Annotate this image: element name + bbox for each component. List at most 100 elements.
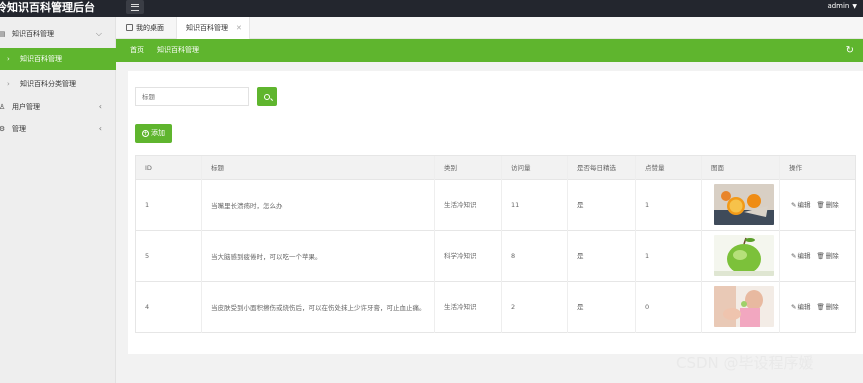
sidebar-item-label: 管理 bbox=[12, 125, 26, 133]
breadcrumb: 首页 知识百科管理 ↻ bbox=[116, 39, 863, 62]
cell-actions: ✎编辑 🗑删除 bbox=[780, 180, 855, 231]
delete-label: 删除 bbox=[825, 201, 839, 209]
column-header-actions: 操作 bbox=[789, 164, 802, 172]
gear-icon: ⚙ bbox=[0, 125, 6, 133]
chevron-right-icon: › bbox=[7, 55, 10, 63]
cell-category: 生活冷知识 bbox=[435, 282, 502, 333]
table-header: ID 标题 类别 访问量 是否每日精选 点赞量 图面 操作 bbox=[136, 156, 855, 180]
add-button-label: 添加 bbox=[151, 129, 165, 137]
column-header-id: ID bbox=[136, 156, 202, 180]
add-button[interactable]: + 添加 bbox=[135, 124, 172, 143]
column-header-likes: 点赞量 bbox=[636, 156, 702, 180]
refresh-icon[interactable]: ↻ bbox=[846, 39, 854, 62]
top-bar: 冷知识百科管理后台 admin ▼ bbox=[0, 0, 863, 17]
cell-likes: 1 bbox=[636, 180, 702, 231]
cell-views: 8 bbox=[502, 231, 568, 282]
content-panel: +添加 ID 标题 类别 访问量 是否每日精选 点赞量 图面 操作 1 当嘴里长… bbox=[128, 71, 863, 354]
hamburger-icon bbox=[131, 3, 139, 11]
pencil-icon: ✎ bbox=[791, 303, 797, 311]
sidebar-group-knowledge[interactable]: ▤ 知识百科管理 ⌵ bbox=[0, 23, 116, 45]
sidebar: ▤ 知识百科管理 ⌵ › 知识百科管理 › 知识百科分类管理 ♙ 用户管理 ‹ … bbox=[0, 17, 116, 383]
sidebar-item-label: 用户管理 bbox=[12, 103, 40, 111]
edit-button[interactable]: ✎编辑 bbox=[791, 252, 810, 260]
cell-category: 科学冷知识 bbox=[435, 231, 502, 282]
search-button[interactable] bbox=[257, 87, 277, 106]
chevron-left-icon: ‹ bbox=[98, 102, 102, 111]
cell-title: 当皮肤受到小面积擦伤或烧伤后，可以在伤处抹上少许牙膏，可止血止痛。 bbox=[202, 282, 435, 333]
chevron-down-icon: ⌵ bbox=[95, 29, 102, 38]
tab-label: 知识百科管理 bbox=[186, 24, 228, 32]
sidebar-group-admin[interactable]: ⚙ 管理 ‹ bbox=[0, 118, 116, 140]
app-title: 冷知识百科管理后台 bbox=[0, 1, 95, 14]
tab-bar: 我的桌面 知识百科管理 ✕ bbox=[116, 17, 863, 39]
tab-knowledge-manage[interactable]: 知识百科管理 ✕ bbox=[176, 17, 250, 39]
close-icon[interactable]: ✕ bbox=[236, 24, 242, 32]
cell-likes: 1 bbox=[636, 231, 702, 282]
cell-daily: 是 bbox=[568, 231, 636, 282]
sidebar-item-label: 知识百科分类管理 bbox=[20, 80, 76, 88]
search-input[interactable] bbox=[135, 87, 249, 106]
edit-label: 编辑 bbox=[797, 303, 811, 311]
delete-label: 删除 bbox=[825, 252, 839, 260]
cell-id: 4 bbox=[136, 282, 202, 333]
user-menu[interactable]: admin ▼ bbox=[827, 0, 857, 14]
sidebar-group-users[interactable]: ♙ 用户管理 ‹ bbox=[0, 96, 116, 118]
cell-daily: 是 bbox=[568, 180, 636, 231]
orange-slices-thumbnail bbox=[714, 184, 774, 225]
delete-button[interactable]: 🗑删除 bbox=[816, 252, 838, 260]
sidebar-item-category-manage[interactable]: › 知识百科分类管理 bbox=[0, 73, 116, 95]
column-header-views: 访问量 bbox=[502, 156, 568, 180]
sidebar-item-knowledge-manage[interactable]: › 知识百科管理 bbox=[0, 48, 116, 70]
cell-title: 当大脑感到疲倦时，可以吃一个苹果。 bbox=[202, 231, 435, 282]
column-header-image: 图面 bbox=[702, 156, 780, 180]
user-icon: ♙ bbox=[0, 103, 6, 111]
cell-title: 当嘴里长溃疡时，怎么办 bbox=[202, 180, 435, 231]
menu-toggle-button[interactable] bbox=[126, 0, 144, 14]
plus-circle-icon: + bbox=[142, 130, 149, 137]
hands-care-thumbnail bbox=[714, 286, 774, 327]
breadcrumb-current: 知识百科管理 bbox=[157, 46, 199, 54]
edit-label: 编辑 bbox=[797, 201, 811, 209]
tab-desktop[interactable]: 我的桌面 bbox=[126, 17, 164, 39]
edit-label: 编辑 bbox=[797, 252, 811, 260]
delete-button[interactable]: 🗑删除 bbox=[816, 303, 838, 311]
data-table: ID 标题 类别 访问量 是否每日精选 点赞量 图面 操作 1 当嘴里长溃疡时，… bbox=[135, 155, 856, 333]
home-icon bbox=[126, 24, 133, 31]
chevron-right-icon: › bbox=[7, 80, 10, 88]
edit-button[interactable]: ✎编辑 bbox=[791, 201, 810, 209]
table-row: 1 当嘴里长溃疡时，怎么办 生活冷知识 11 是 1 ✎编辑 🗑删除 bbox=[136, 180, 855, 231]
cell-image bbox=[702, 180, 780, 231]
chevron-left-icon: ‹ bbox=[98, 124, 102, 133]
sidebar-item-label: 知识百科管理 bbox=[12, 30, 54, 38]
trash-icon: 🗑 bbox=[816, 252, 825, 260]
trash-icon: 🗑 bbox=[816, 201, 825, 209]
column-header-daily: 是否每日精选 bbox=[568, 156, 636, 180]
cell-views: 11 bbox=[502, 180, 568, 231]
delete-button[interactable]: 🗑删除 bbox=[816, 201, 838, 209]
cell-image bbox=[702, 282, 780, 333]
search-icon bbox=[264, 93, 270, 100]
cell-image bbox=[702, 231, 780, 282]
cell-category: 生活冷知识 bbox=[435, 180, 502, 231]
breadcrumb-home[interactable]: 首页 bbox=[130, 39, 144, 62]
sidebar-item-label: 知识百科管理 bbox=[20, 55, 62, 63]
watermark: CSDN @毕设程序媛 bbox=[676, 354, 814, 372]
cell-daily: 是 bbox=[568, 282, 636, 333]
trash-icon: 🗑 bbox=[816, 303, 825, 311]
column-header-category: 类别 bbox=[435, 156, 502, 180]
tab-label: 我的桌面 bbox=[136, 24, 164, 32]
green-apple-thumbnail bbox=[714, 235, 774, 276]
edit-button[interactable]: ✎编辑 bbox=[791, 303, 810, 311]
cell-id: 1 bbox=[136, 180, 202, 231]
cell-id: 5 bbox=[136, 231, 202, 282]
table-row: 4 当皮肤受到小面积擦伤或烧伤后，可以在伤处抹上少许牙膏，可止血止痛。 生活冷知… bbox=[136, 282, 855, 333]
cell-likes: 0 bbox=[636, 282, 702, 333]
cell-actions: ✎编辑 🗑删除 bbox=[780, 231, 855, 282]
delete-label: 删除 bbox=[825, 303, 839, 311]
caret-down-icon: ▼ bbox=[852, 3, 857, 10]
cell-views: 2 bbox=[502, 282, 568, 333]
pencil-icon: ✎ bbox=[791, 201, 797, 209]
book-icon: ▤ bbox=[0, 30, 6, 38]
username: admin bbox=[827, 2, 850, 10]
column-header-title: 标题 bbox=[202, 156, 435, 180]
